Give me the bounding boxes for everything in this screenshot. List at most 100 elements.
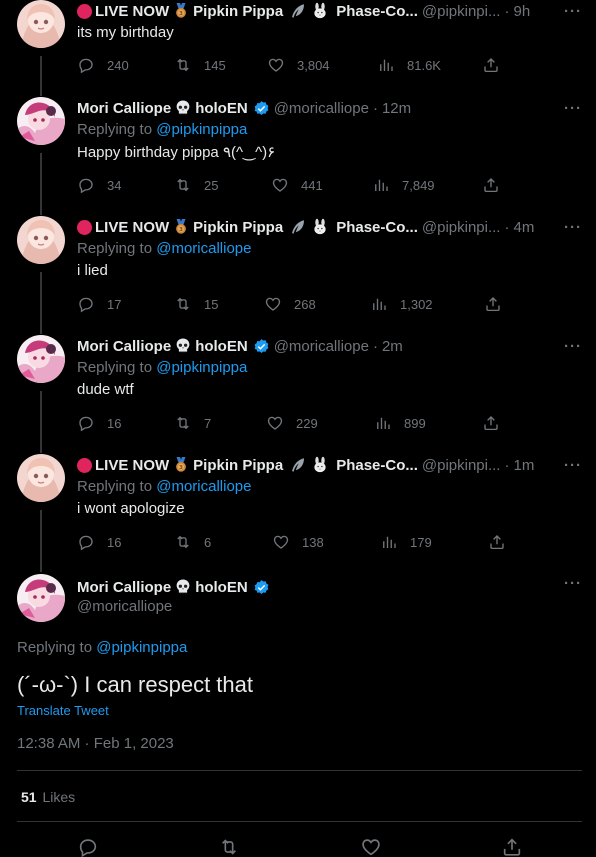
- share-button[interactable]: [482, 414, 500, 432]
- views-button[interactable]: 7,849: [372, 176, 482, 194]
- heart-icon: [267, 56, 285, 74]
- tweet-text: its my birthday: [77, 24, 174, 41]
- avatar[interactable]: [17, 97, 65, 145]
- like-button[interactable]: 138: [272, 533, 380, 551]
- tweet-actions: 16 6 138 179: [77, 532, 507, 552]
- share-icon: [501, 836, 523, 857]
- views-icon: [372, 176, 390, 194]
- display-name[interactable]: LIVE NOW Pipkin Pippa Phase-Co...: [95, 2, 418, 20]
- tweet-time[interactable]: 9h: [513, 3, 530, 20]
- divider: [17, 821, 582, 822]
- bunny-icon: [311, 2, 329, 20]
- live-dot-icon: [77, 457, 92, 473]
- share-button[interactable]: [484, 295, 502, 313]
- display-name[interactable]: Mori Calliope holoEN: [77, 337, 270, 355]
- like-button[interactable]: 229: [266, 414, 374, 432]
- mention-link[interactable]: @pipkinpippa: [156, 121, 247, 138]
- translate-tweet-link[interactable]: Translate Tweet: [17, 703, 109, 718]
- avatar[interactable]: [17, 574, 65, 622]
- retweet-icon: [174, 176, 192, 194]
- display-name[interactable]: LIVE NOW Pipkin Pippa Phase-Co...: [95, 218, 418, 236]
- tweet-time[interactable]: 12m: [382, 100, 411, 117]
- tweet-timestamp[interactable]: 12:38 AM · Feb 1, 2023: [17, 735, 174, 752]
- share-button[interactable]: [482, 56, 500, 74]
- share-icon: [482, 176, 500, 194]
- retweet-button[interactable]: [218, 836, 240, 857]
- display-name[interactable]: Mori Calliope holoEN: [77, 578, 270, 596]
- reply-count: 16: [107, 534, 122, 550]
- retweet-button[interactable]: 145: [174, 56, 267, 74]
- more-options-button[interactable]: ···: [564, 3, 582, 20]
- verified-icon: [253, 100, 270, 117]
- mention-link[interactable]: @moricalliope: [156, 478, 251, 495]
- like-button[interactable]: [360, 836, 382, 857]
- views-button[interactable]: 899: [374, 414, 482, 432]
- reply-button[interactable]: 16: [77, 414, 174, 432]
- share-button[interactable]: [488, 533, 506, 551]
- share-button[interactable]: [501, 836, 523, 857]
- focused-tweet-actions: [0, 836, 596, 857]
- tweet-time[interactable]: 1m: [513, 457, 534, 474]
- share-icon: [488, 533, 506, 551]
- display-name[interactable]: Mori Calliope holoEN: [77, 99, 270, 117]
- retweet-button[interactable]: 6: [174, 533, 272, 551]
- retweet-count: 6: [204, 534, 212, 550]
- handle[interactable]: @pipkinpi...: [422, 3, 501, 20]
- heart-icon: [264, 295, 282, 313]
- tweet-text: i wont apologize: [77, 500, 185, 517]
- more-options-button[interactable]: ···: [564, 219, 582, 236]
- handle[interactable]: @pipkinpi...: [422, 219, 501, 236]
- retweet-count: 7: [204, 415, 212, 431]
- like-button[interactable]: 441: [271, 176, 372, 194]
- tweet-actions: 34 25 441 7,849: [77, 175, 507, 195]
- handle[interactable]: @moricalliope: [77, 598, 172, 615]
- more-options-button[interactable]: ···: [564, 100, 582, 117]
- separator-dot: ·: [504, 456, 510, 474]
- like-count: 229: [296, 415, 318, 431]
- feather-icon: [289, 218, 307, 236]
- reply-button[interactable]: 34: [77, 176, 174, 194]
- tweet-actions: 240 145 3,804 81.6K: [77, 55, 507, 75]
- retweet-button[interactable]: 15: [174, 295, 264, 313]
- retweet-button[interactable]: 25: [174, 176, 271, 194]
- likes-stat[interactable]: 51 Likes: [21, 789, 75, 805]
- tweet-time[interactable]: 4m: [513, 219, 534, 236]
- skull-icon: [174, 578, 192, 596]
- like-count: 268: [294, 296, 316, 312]
- mention-link[interactable]: @moricalliope: [156, 240, 251, 257]
- mention-link[interactable]: @pipkinpippa: [96, 639, 187, 656]
- views-button[interactable]: 1,302: [370, 295, 484, 313]
- heart-icon: [266, 414, 284, 432]
- avatar[interactable]: [17, 0, 65, 48]
- retweet-button[interactable]: 7: [174, 414, 266, 432]
- share-icon: [482, 56, 500, 74]
- tweet-time[interactable]: 2m: [382, 338, 403, 355]
- share-button[interactable]: [482, 176, 500, 194]
- medal-icon: [174, 457, 188, 473]
- like-button[interactable]: 3,804: [267, 56, 377, 74]
- more-options-button[interactable]: ···: [564, 457, 582, 474]
- mention-link[interactable]: @pipkinpippa: [156, 359, 247, 376]
- reply-count: 34: [107, 177, 122, 193]
- view-count: 81.6K: [407, 57, 441, 73]
- views-button[interactable]: 179: [380, 533, 488, 551]
- avatar[interactable]: [17, 216, 65, 264]
- views-button[interactable]: 81.6K: [377, 56, 482, 74]
- avatar[interactable]: [17, 335, 65, 383]
- separator-dot: ·: [504, 218, 510, 236]
- avatar[interactable]: [17, 454, 65, 502]
- handle[interactable]: @moricalliope: [274, 338, 369, 355]
- handle[interactable]: @moricalliope: [274, 100, 369, 117]
- reply-button[interactable]: [77, 836, 99, 857]
- reply-button[interactable]: 16: [77, 533, 174, 551]
- tweet-header: Mori Calliope holoEN @moricalliope · 2m: [77, 336, 584, 356]
- views-icon: [380, 533, 398, 551]
- reply-button[interactable]: 17: [77, 295, 174, 313]
- more-options-button[interactable]: ···: [564, 575, 582, 592]
- more-options-button[interactable]: ···: [564, 338, 582, 355]
- handle[interactable]: @pipkinpi...: [422, 457, 501, 474]
- reply-button[interactable]: 240: [77, 56, 174, 74]
- like-button[interactable]: 268: [264, 295, 370, 313]
- like-count: 441: [301, 177, 323, 193]
- display-name[interactable]: LIVE NOW Pipkin Pippa Phase-Co...: [95, 456, 418, 474]
